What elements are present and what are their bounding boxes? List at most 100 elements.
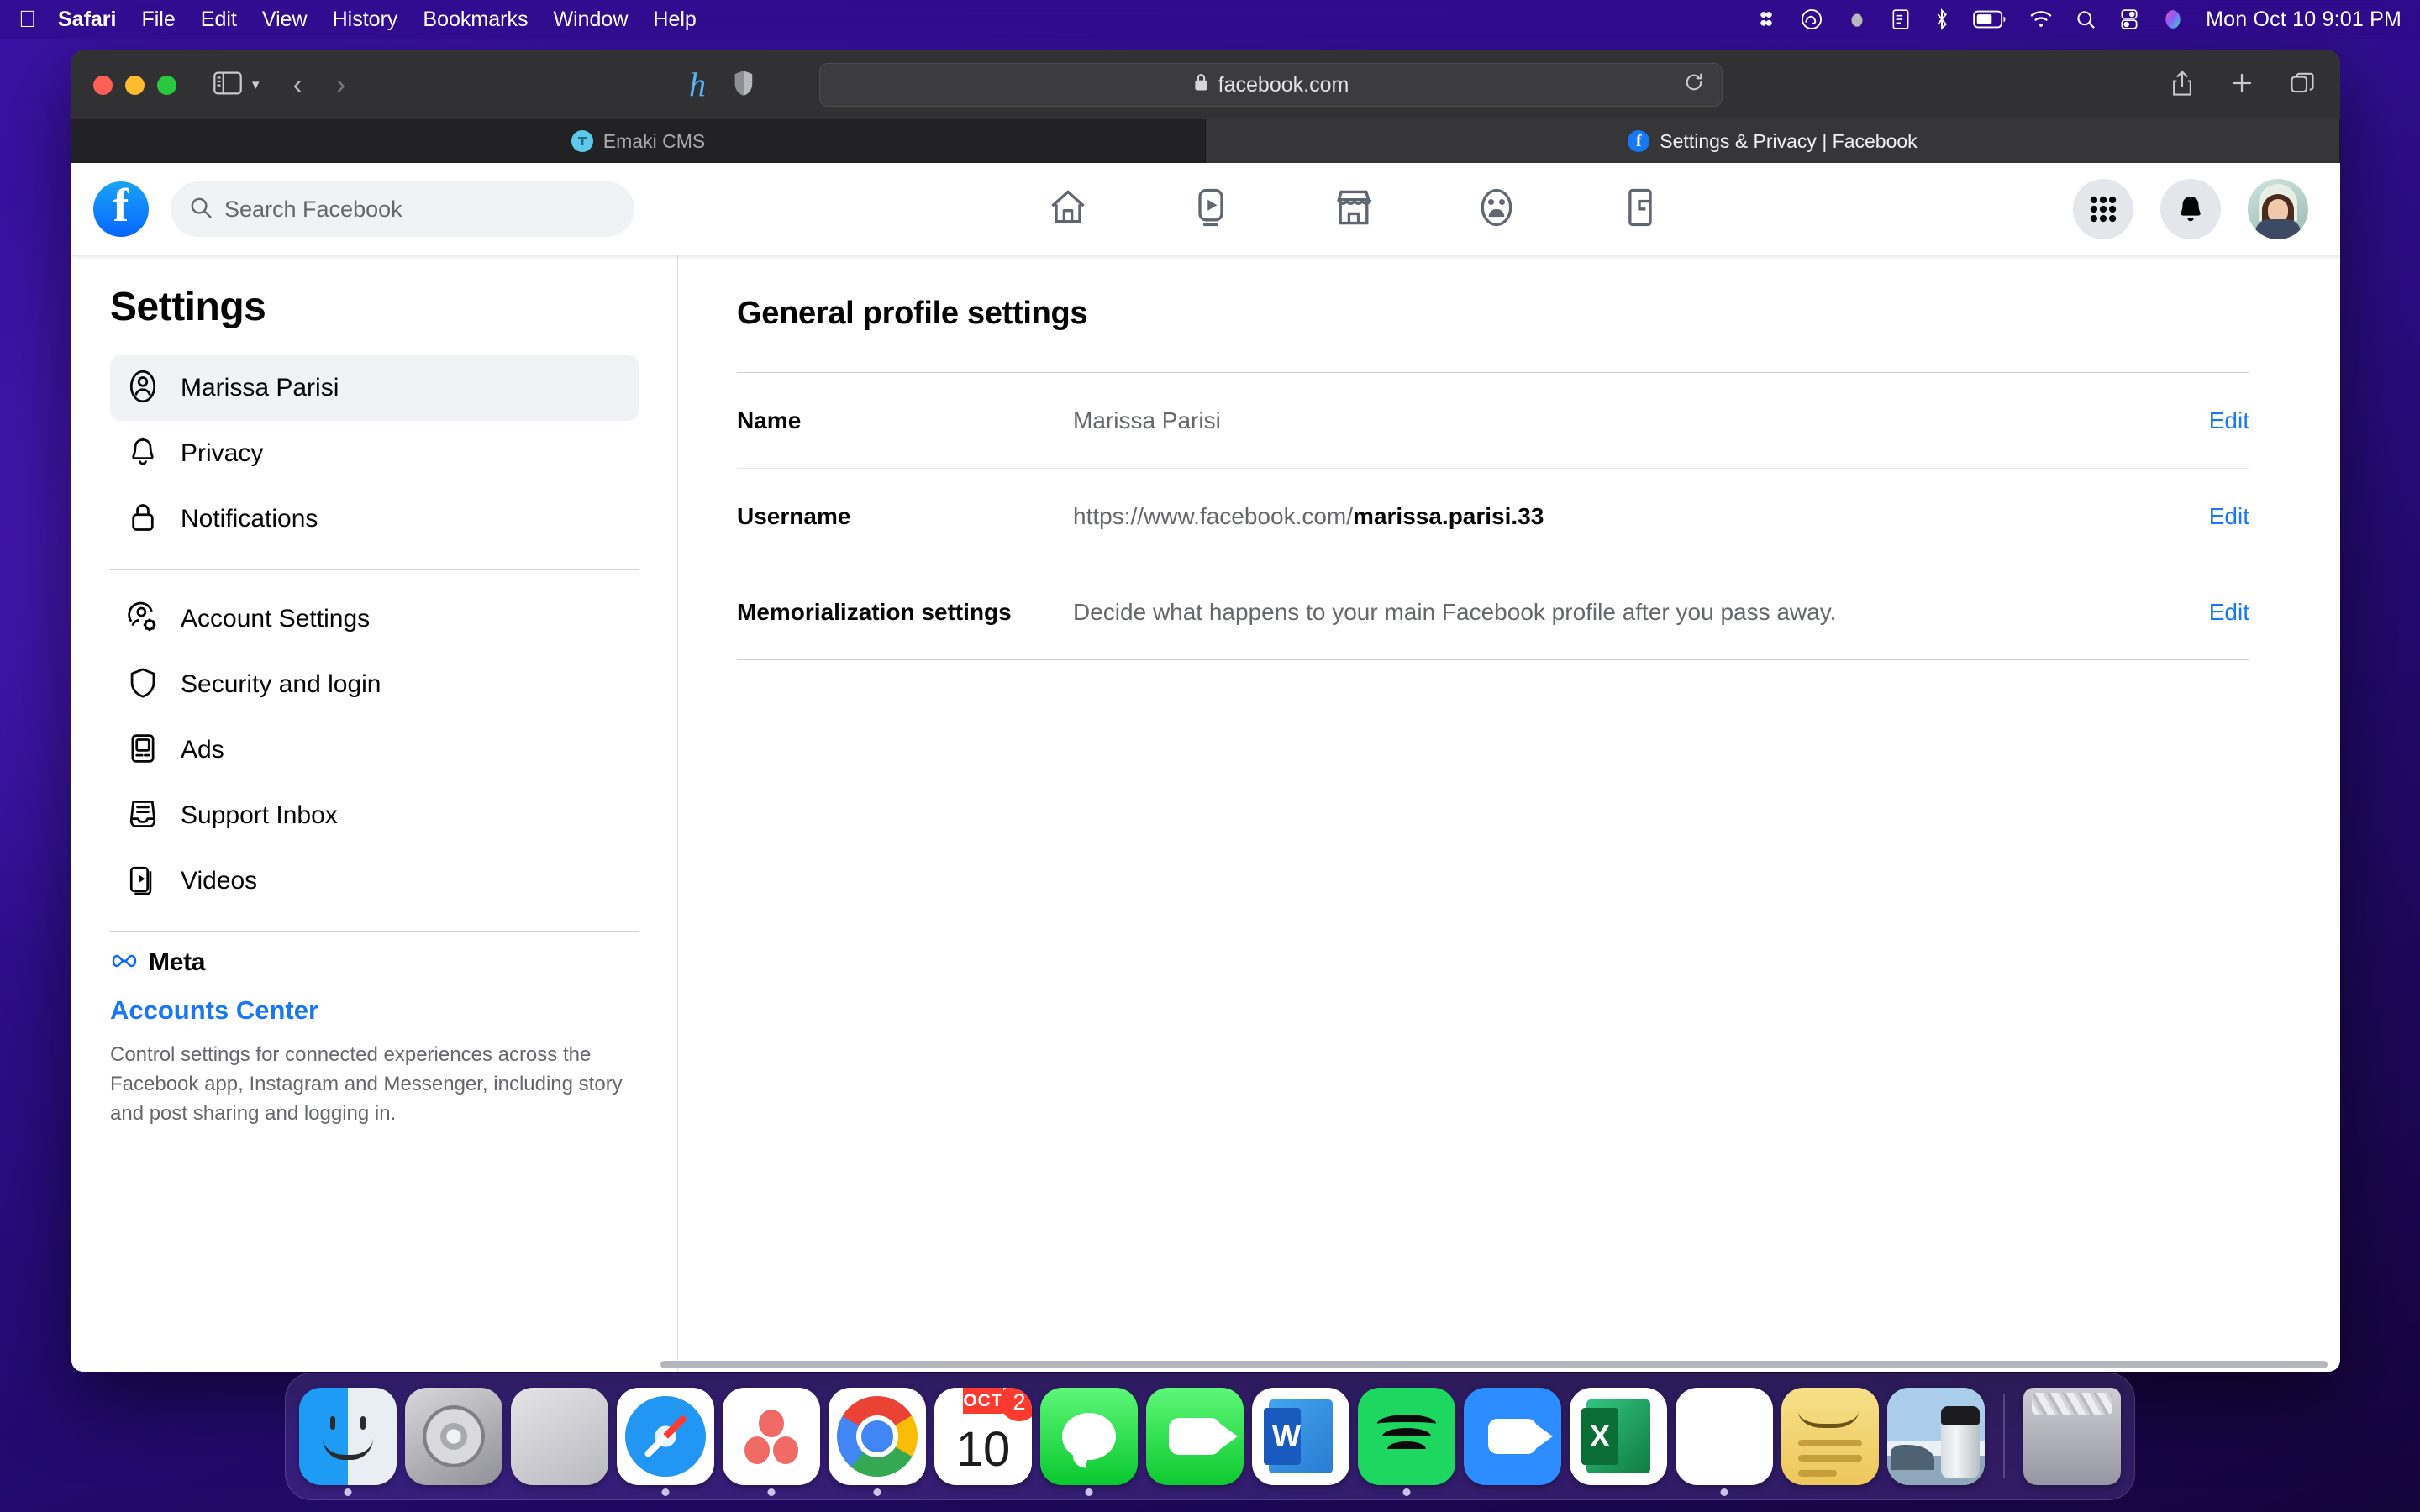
facebook-body: Settings Marissa Parisi Privacy Notifica… — [71, 255, 2340, 1372]
marketplace-icon[interactable] — [1332, 186, 1376, 234]
edit-link[interactable]: Edit — [2209, 599, 2249, 626]
dock-item-facetime[interactable] — [1146, 1388, 1244, 1485]
row-label: Name — [737, 407, 802, 433]
dock-item-calendar[interactable]: OCT 10 2 — [934, 1388, 1032, 1485]
menu-item-window[interactable]: Window — [553, 8, 628, 32]
gaming-icon[interactable] — [1618, 186, 1661, 234]
dock-item-stickies[interactable] — [1781, 1388, 1879, 1485]
close-window-button[interactable] — [93, 75, 113, 95]
sidebar-item-security-and-login[interactable]: Security and login — [110, 652, 639, 717]
dock-item-messages[interactable] — [1040, 1388, 1138, 1496]
profile-avatar[interactable] — [2248, 179, 2308, 239]
menu-item-bookmarks[interactable]: Bookmarks — [423, 8, 528, 32]
dock-item-safari[interactable] — [617, 1388, 714, 1496]
shield-privacy-icon[interactable] — [733, 70, 755, 101]
menu-item-safari[interactable]: Safari — [58, 8, 116, 32]
general-profile-settings-table: Name Marissa Parisi Edit Username https:… — [737, 372, 2249, 660]
facebook-header: f Search Facebook — [71, 163, 2340, 255]
sidebar-item-marissa-parisi[interactable]: Marissa Parisi — [110, 355, 639, 421]
search-input[interactable]: Search Facebook — [171, 181, 634, 237]
notes-menu-icon[interactable] — [1891, 8, 1911, 30]
sidebar-item-privacy[interactable]: Privacy — [110, 421, 639, 486]
accounts-center-link[interactable]: Accounts Center — [110, 995, 639, 1026]
dock-item-bumble[interactable] — [723, 1388, 820, 1496]
dock-item-slack[interactable] — [1676, 1388, 1773, 1496]
menu-item-view[interactable]: View — [262, 8, 308, 32]
sidebar-item-label: Notifications — [181, 505, 318, 533]
sidebar-item-videos[interactable]: Videos — [110, 848, 639, 914]
address-bar-url[interactable]: facebook.com — [1218, 73, 1349, 97]
dock-item-word[interactable]: W — [1252, 1388, 1349, 1485]
browser-tab-facebook-settings[interactable]: f Settings & Privacy | Facebook — [1206, 119, 2340, 163]
dropbox-icon[interactable] — [1755, 8, 1777, 30]
sidebar-item-label: Privacy — [181, 439, 264, 467]
sidebar-item-ads[interactable]: Ads — [110, 717, 639, 783]
reload-icon[interactable] — [1683, 71, 1705, 99]
window-controls[interactable] — [93, 75, 176, 95]
sidebar-item-account-settings[interactable]: Account Settings — [110, 586, 639, 652]
lock-icon — [1193, 72, 1209, 98]
dock-item-system-preferences[interactable] — [405, 1388, 502, 1485]
table-row: Username https://www.facebook.com/mariss… — [737, 469, 2249, 564]
menubar-clock[interactable]: Mon Oct 10 9:01 PM — [2206, 8, 2402, 32]
horizontal-scrollbar[interactable] — [72, 1361, 2339, 1369]
menu-item-file[interactable]: File — [141, 8, 175, 32]
chevron-down-icon[interactable]: ▾ — [252, 76, 260, 93]
row-value: Decide what happens to your main Faceboo… — [1073, 598, 1837, 625]
edit-link[interactable]: Edit — [2209, 407, 2249, 434]
address-bar[interactable]: facebook.com — [819, 63, 1723, 107]
sidebar-item-notifications[interactable]: Notifications — [110, 486, 639, 552]
tab-title: Emaki CMS — [602, 129, 706, 152]
watch-video-icon[interactable] — [1189, 186, 1233, 234]
macos-dock: OCT 10 2 W X — [285, 1373, 2135, 1500]
search-icon — [189, 196, 213, 223]
apple-menu-icon[interactable]:  — [18, 8, 36, 31]
dock-item-launchpad[interactable] — [511, 1388, 608, 1485]
person-circle-icon — [125, 369, 160, 408]
sidebar-item-label: Ads — [181, 736, 224, 764]
dock-item-spotify[interactable] — [1358, 1388, 1455, 1496]
lock-icon — [125, 500, 160, 539]
honey-extension-icon[interactable]: h — [689, 68, 706, 102]
sidebar-toggle-icon[interactable] — [213, 71, 242, 99]
cloud-icon[interactable] — [1846, 8, 1868, 30]
dock-item-excel[interactable]: X — [1570, 1388, 1667, 1485]
dock-item-preview[interactable] — [1887, 1388, 1985, 1485]
notifications-bell-icon[interactable] — [2160, 179, 2221, 239]
sidebar-item-support-inbox[interactable]: Support Inbox — [110, 783, 639, 848]
forward-button[interactable]: › — [336, 71, 345, 99]
spotlight-search-icon[interactable] — [2075, 9, 2096, 30]
dock-item-trash[interactable] — [2023, 1388, 2121, 1485]
back-button[interactable]: ‹ — [293, 71, 302, 99]
edit-link[interactable]: Edit — [2209, 503, 2249, 530]
menu-grid-icon[interactable] — [2073, 179, 2133, 239]
dock-item-finder[interactable] — [299, 1388, 397, 1496]
adobe-creative-cloud-icon[interactable] — [1800, 8, 1823, 31]
facebook-page: f Search Facebook Settings Marissa Paris… — [71, 163, 2340, 1372]
maximize-window-button[interactable] — [157, 75, 176, 95]
groups-icon[interactable] — [1475, 186, 1518, 234]
menu-item-help[interactable]: Help — [653, 8, 696, 32]
table-row: Memorialization settings Decide what hap… — [737, 564, 2249, 660]
new-tab-icon[interactable] — [2229, 71, 2254, 100]
facebook-primary-nav — [634, 186, 2073, 234]
control-center-icon[interactable] — [2119, 8, 2139, 30]
tab-overview-icon[interactable] — [2290, 71, 2315, 100]
dock-item-chrome[interactable] — [829, 1388, 926, 1496]
wifi-icon[interactable] — [2029, 9, 2053, 29]
settings-sidebar: Settings Marissa Parisi Privacy Notifica… — [71, 255, 678, 1372]
menu-item-history[interactable]: History — [333, 8, 398, 32]
browser-tab-emaki-cms[interactable]: Emaki CMS — [71, 119, 1206, 163]
bell-icon — [125, 434, 160, 474]
minimize-window-button[interactable] — [125, 75, 145, 95]
share-icon[interactable] — [2170, 70, 2194, 101]
home-icon[interactable] — [1046, 186, 1090, 234]
meta-brand-label: Meta — [149, 948, 206, 976]
facebook-favicon: f — [1628, 130, 1650, 152]
facebook-logo[interactable]: f — [93, 181, 149, 237]
menu-item-edit[interactable]: Edit — [201, 8, 237, 32]
dock-item-zoom[interactable] — [1464, 1388, 1561, 1485]
siri-icon[interactable] — [2162, 8, 2184, 30]
bluetooth-icon[interactable] — [1933, 8, 1950, 31]
battery-icon[interactable] — [1973, 10, 2007, 29]
